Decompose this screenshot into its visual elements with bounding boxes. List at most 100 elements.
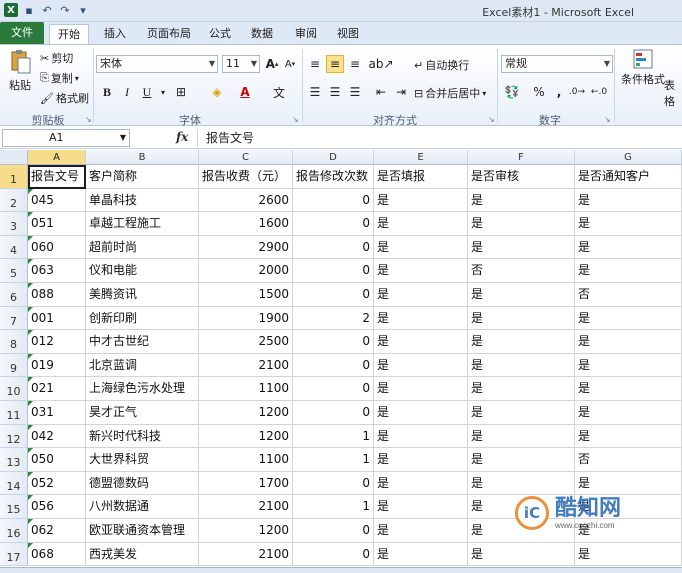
- row-header[interactable]: 13: [0, 448, 28, 472]
- table-cell-col-f[interactable]: 是: [468, 353, 575, 378]
- table-cell-col-d[interactable]: 2: [293, 306, 374, 331]
- copy-button[interactable]: ⎘ 复制 ▾: [40, 70, 79, 86]
- table-cell-col-d[interactable]: 1: [293, 424, 374, 449]
- column-header-b[interactable]: B: [86, 150, 199, 165]
- font-color-icon[interactable]: A: [236, 83, 254, 101]
- table-cell-col-d[interactable]: 0: [293, 330, 374, 354]
- table-cell-col-e[interactable]: 是: [374, 188, 468, 213]
- table-cell-col-a[interactable]: 045: [28, 188, 86, 213]
- row-header[interactable]: 2: [0, 188, 28, 213]
- header-cell-col-b[interactable]: 客户简称: [86, 165, 199, 189]
- table-cell-col-e[interactable]: 是: [374, 353, 468, 378]
- table-cell-col-b[interactable]: 卓越工程施工: [86, 212, 199, 236]
- table-cell-col-b[interactable]: 创新印刷: [86, 306, 199, 331]
- increase-decimal-icon[interactable]: .0→: [568, 83, 586, 101]
- table-cell-col-c[interactable]: 2100: [199, 495, 293, 519]
- table-cell-col-b[interactable]: 美腾资讯: [86, 283, 199, 307]
- column-header-f[interactable]: F: [468, 150, 575, 165]
- row-header[interactable]: 10: [0, 377, 28, 401]
- table-cell-col-g[interactable]: 是: [575, 401, 682, 425]
- row-header[interactable]: 14: [0, 471, 28, 496]
- table-cell-col-g[interactable]: 是: [575, 259, 682, 283]
- table-cell-col-c[interactable]: 2600: [199, 188, 293, 213]
- tab-home[interactable]: 开始: [49, 24, 89, 44]
- table-cell-col-d[interactable]: 0: [293, 401, 374, 425]
- row-header[interactable]: 8: [0, 330, 28, 354]
- number-format-select[interactable]: 常规 ▼: [501, 55, 613, 73]
- table-cell-col-f[interactable]: 是: [468, 424, 575, 449]
- table-cell-col-b[interactable]: 上海绿色污水处理: [86, 377, 199, 401]
- table-cell-col-f[interactable]: 是: [468, 235, 575, 260]
- table-cell-col-d[interactable]: 0: [293, 377, 374, 401]
- table-cell-col-g[interactable]: 是: [575, 424, 682, 449]
- table-cell-col-c[interactable]: 1200: [199, 424, 293, 449]
- table-cell-col-d[interactable]: 0: [293, 212, 374, 236]
- column-header-c[interactable]: C: [199, 150, 293, 165]
- table-cell-col-c[interactable]: 1500: [199, 283, 293, 307]
- table-cell-col-b[interactable]: 北京蓝调: [86, 353, 199, 378]
- table-cell-col-c[interactable]: 1100: [199, 377, 293, 401]
- table-cell-col-d[interactable]: 0: [293, 235, 374, 260]
- table-cell-col-d[interactable]: 0: [293, 283, 374, 307]
- table-cell-col-f[interactable]: 是: [468, 542, 575, 567]
- decrease-indent-icon[interactable]: ⇤: [372, 83, 390, 101]
- conditional-formatting-button[interactable]: 条件格式: [620, 49, 666, 87]
- tab-review[interactable]: 审阅: [289, 24, 323, 44]
- table-cell-col-e[interactable]: 是: [374, 212, 468, 236]
- table-cell-col-e[interactable]: 是: [374, 306, 468, 331]
- merge-center-button[interactable]: ⊟ 合并后居中 ▾: [414, 85, 486, 101]
- row-header[interactable]: 17: [0, 542, 28, 567]
- table-cell-col-b[interactable]: 新兴时代科技: [86, 424, 199, 449]
- table-cell-col-e[interactable]: 是: [374, 448, 468, 472]
- align-top-icon[interactable]: ≡: [306, 55, 324, 73]
- table-cell-col-c[interactable]: 1700: [199, 471, 293, 496]
- table-cell-col-b[interactable]: 超前时尚: [86, 235, 199, 260]
- table-cell-col-g[interactable]: 是: [575, 330, 682, 354]
- italic-button[interactable]: I: [118, 83, 136, 101]
- table-cell-col-a[interactable]: 056: [28, 495, 86, 519]
- row-header[interactable]: 11: [0, 401, 28, 425]
- table-cell-col-g[interactable]: 是: [575, 235, 682, 260]
- table-cell-col-a[interactable]: 012: [28, 330, 86, 354]
- row-header[interactable]: 15: [0, 495, 28, 519]
- table-cell-col-b[interactable]: 西戎美发: [86, 542, 199, 567]
- table-cell-col-f[interactable]: 是: [468, 401, 575, 425]
- header-cell-col-f[interactable]: 是否审核: [468, 165, 575, 189]
- table-cell-col-e[interactable]: 是: [374, 377, 468, 401]
- increase-indent-icon[interactable]: ⇥: [392, 83, 410, 101]
- table-cell-col-g[interactable]: 是: [575, 377, 682, 401]
- header-cell-col-e[interactable]: 是否填报: [374, 165, 468, 189]
- column-header-e[interactable]: E: [374, 150, 468, 165]
- table-cell-col-g[interactable]: 否: [575, 283, 682, 307]
- table-cell-col-a[interactable]: 068: [28, 542, 86, 567]
- table-cell-col-a[interactable]: 021: [28, 377, 86, 401]
- decrease-decimal-icon[interactable]: ←.0: [590, 83, 608, 101]
- column-header-d[interactable]: D: [293, 150, 374, 165]
- underline-dropdown-icon[interactable]: ▾: [154, 83, 172, 101]
- row-header[interactable]: 4: [0, 235, 28, 260]
- table-cell-col-g[interactable]: 否: [575, 448, 682, 472]
- row-header[interactable]: 1: [0, 165, 28, 189]
- table-cell-col-a[interactable]: 051: [28, 212, 86, 236]
- table-cell-col-a[interactable]: 001: [28, 306, 86, 331]
- tab-page-layout[interactable]: 页面布局: [141, 24, 197, 44]
- table-cell-col-b[interactable]: 中才古世纪: [86, 330, 199, 354]
- table-cell-col-c[interactable]: 2500: [199, 330, 293, 354]
- table-cell-col-f[interactable]: 否: [468, 259, 575, 283]
- borders-icon[interactable]: ⊞: [172, 83, 190, 101]
- table-cell-col-b[interactable]: 仪和电能: [86, 259, 199, 283]
- table-cell-col-g[interactable]: 是: [575, 353, 682, 378]
- table-cell-col-c[interactable]: 2000: [199, 259, 293, 283]
- currency-format-icon[interactable]: 💱: [503, 83, 521, 101]
- font-size-select[interactable]: 11 ▼: [222, 55, 260, 73]
- table-cell-col-f[interactable]: 是: [468, 471, 575, 496]
- table-cell-col-d[interactable]: 1: [293, 448, 374, 472]
- table-cell-col-d[interactable]: 1: [293, 495, 374, 519]
- table-cell-col-e[interactable]: 是: [374, 495, 468, 519]
- column-header-g[interactable]: G: [575, 150, 682, 165]
- fill-color-icon[interactable]: ◈: [208, 83, 226, 101]
- table-cell-col-f[interactable]: 是: [468, 283, 575, 307]
- table-cell-col-a[interactable]: 031: [28, 401, 86, 425]
- table-cell-col-b[interactable]: 欧亚联通资本管理: [86, 519, 199, 543]
- row-header[interactable]: 16: [0, 519, 28, 543]
